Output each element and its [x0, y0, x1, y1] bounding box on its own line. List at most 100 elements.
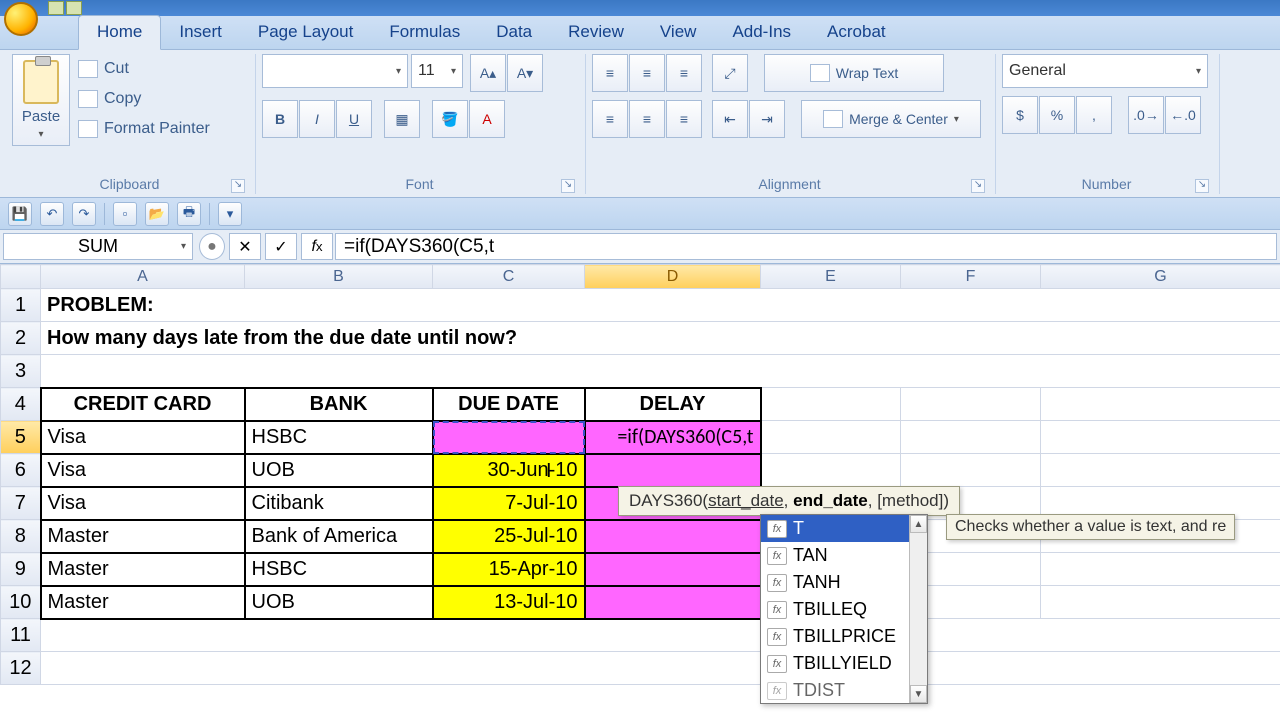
cell-D6[interactable]	[585, 454, 761, 487]
align-bottom-button[interactable]: ≡	[666, 54, 702, 92]
ac-item-TBILLPRICE[interactable]: fxTBILLPRICE	[761, 623, 927, 650]
formula-input[interactable]: =if(DAYS360(C5,t	[335, 233, 1277, 260]
col-F[interactable]: F	[901, 265, 1041, 289]
shrink-font-button[interactable]: A▾	[507, 54, 543, 92]
font-name-select[interactable]: ▾	[262, 54, 408, 88]
cell-B9[interactable]: HSBC	[245, 553, 433, 586]
select-all-corner[interactable]	[1, 265, 41, 289]
increase-indent-button[interactable]: ⇥	[749, 100, 785, 138]
cell-C5[interactable]	[433, 421, 585, 454]
align-middle-button[interactable]: ≡	[629, 54, 665, 92]
underline-button[interactable]: U	[336, 100, 372, 138]
cell-A7[interactable]: Visa	[41, 487, 245, 520]
qat-customize[interactable]: ▾	[218, 202, 242, 226]
bold-button[interactable]: B	[262, 100, 298, 138]
ac-item-T[interactable]: fxT	[761, 515, 927, 542]
decrease-indent-button[interactable]: ⇤	[712, 100, 748, 138]
ac-item-TBILLYIELD[interactable]: fxTBILLYIELD	[761, 650, 927, 677]
cell-B7[interactable]: Citibank	[245, 487, 433, 520]
cell-C4[interactable]: DUE DATE	[433, 388, 585, 421]
cell-D10[interactable]	[585, 586, 761, 619]
row-5[interactable]: 5	[1, 421, 41, 454]
office-button[interactable]	[4, 2, 38, 36]
cancel-formula-button[interactable]: ●	[199, 233, 225, 260]
cell-A4[interactable]: CREDIT CARD	[41, 388, 245, 421]
qat-print-button[interactable]: 🖶	[177, 202, 201, 226]
tab-view[interactable]: View	[642, 16, 715, 49]
align-right-button[interactable]: ≡	[666, 100, 702, 138]
cancel-x-button[interactable]: ✕	[229, 233, 261, 260]
cell-C8[interactable]: 25-Jul-10	[433, 520, 585, 553]
tab-page-layout[interactable]: Page Layout	[240, 16, 371, 49]
grow-font-button[interactable]: A▴	[470, 54, 506, 92]
ac-item-TBILLEQ[interactable]: fxTBILLEQ	[761, 596, 927, 623]
cell-D8[interactable]	[585, 520, 761, 553]
italic-button[interactable]: I	[299, 100, 335, 138]
format-painter-button[interactable]: Format Painter	[78, 114, 210, 144]
align-left-button[interactable]: ≡	[592, 100, 628, 138]
row-6[interactable]: 6	[1, 454, 41, 487]
percent-button[interactable]: %	[1039, 96, 1075, 134]
ac-item-TAN[interactable]: fxTAN	[761, 542, 927, 569]
autocomplete-scrollbar[interactable]: ▲▼	[909, 515, 927, 703]
increase-decimal-button[interactable]: .0→	[1128, 96, 1164, 134]
font-color-button[interactable]: A	[469, 100, 505, 138]
number-format-select[interactable]: General▾	[1002, 54, 1208, 88]
cell-B8[interactable]: Bank of America	[245, 520, 433, 553]
decrease-decimal-button[interactable]: ←.0	[1165, 96, 1201, 134]
paste-button[interactable]: Paste ▾	[12, 54, 70, 146]
row-11[interactable]: 11	[1, 619, 41, 652]
row-3[interactable]: 3	[1, 355, 41, 388]
row-4[interactable]: 4	[1, 388, 41, 421]
orientation-button[interactable]: ⤢	[712, 54, 748, 92]
row-1[interactable]: 1	[1, 289, 41, 322]
currency-button[interactable]: $	[1002, 96, 1038, 134]
save-button[interactable]: 💾	[8, 202, 32, 226]
cell-A8[interactable]: Master	[41, 520, 245, 553]
row-8[interactable]: 8	[1, 520, 41, 553]
ac-item-TANH[interactable]: fxTANH	[761, 569, 927, 596]
tab-insert[interactable]: Insert	[161, 16, 240, 49]
comma-button[interactable]: ,	[1076, 96, 1112, 134]
cell-A5[interactable]: Visa	[41, 421, 245, 454]
cell-C6[interactable]: 30-Jun-10	[433, 454, 585, 487]
cell-B6[interactable]: UOB	[245, 454, 433, 487]
tab-add-ins[interactable]: Add-Ins	[714, 16, 809, 49]
copy-button[interactable]: Copy	[78, 84, 210, 114]
tab-data[interactable]: Data	[478, 16, 550, 49]
row-7[interactable]: 7	[1, 487, 41, 520]
cell-A1[interactable]: PROBLEM:	[41, 289, 1280, 322]
confirm-formula-button[interactable]: ✓	[265, 233, 297, 260]
cell-A6[interactable]: Visa	[41, 454, 245, 487]
col-C[interactable]: C	[433, 265, 585, 289]
qat-open-button[interactable]: 📂	[145, 202, 169, 226]
row-2[interactable]: 2	[1, 322, 41, 355]
fill-color-button[interactable]: 🪣	[432, 100, 468, 138]
cell-D5[interactable]: =if(DAYS360(C5,t	[585, 421, 761, 454]
cell-D4[interactable]: DELAY	[585, 388, 761, 421]
cell-C10[interactable]: 13-Jul-10	[433, 586, 585, 619]
merge-center-button[interactable]: Merge & Center▾	[801, 100, 981, 138]
tab-home[interactable]: Home	[78, 15, 161, 50]
row-10[interactable]: 10	[1, 586, 41, 619]
cell-A10[interactable]: Master	[41, 586, 245, 619]
insert-function-button[interactable]: fx	[301, 233, 333, 260]
name-box[interactable]: SUM ▾	[3, 233, 193, 260]
cell-B4[interactable]: BANK	[245, 388, 433, 421]
col-B[interactable]: B	[245, 265, 433, 289]
align-top-button[interactable]: ≡	[592, 54, 628, 92]
tab-review[interactable]: Review	[550, 16, 642, 49]
formula-autocomplete[interactable]: fxT fxTAN fxTANH fxTBILLEQ fxTBILLPRICE …	[760, 514, 928, 704]
cell-A9[interactable]: Master	[41, 553, 245, 586]
align-center-button[interactable]: ≡	[629, 100, 665, 138]
col-E[interactable]: E	[761, 265, 901, 289]
cut-button[interactable]: Cut	[78, 54, 210, 84]
spreadsheet-grid[interactable]: A B C D E F G 1 PROBLEM: 2 How many days…	[0, 264, 1280, 720]
qat-new-button[interactable]: ▫	[113, 202, 137, 226]
wrap-text-button[interactable]: Wrap Text	[764, 54, 944, 92]
col-A[interactable]: A	[41, 265, 245, 289]
font-size-select[interactable]: 11▾	[411, 54, 463, 88]
border-button[interactable]: ▦	[384, 100, 420, 138]
cell-D9[interactable]	[585, 553, 761, 586]
cell-B5[interactable]: HSBC	[245, 421, 433, 454]
